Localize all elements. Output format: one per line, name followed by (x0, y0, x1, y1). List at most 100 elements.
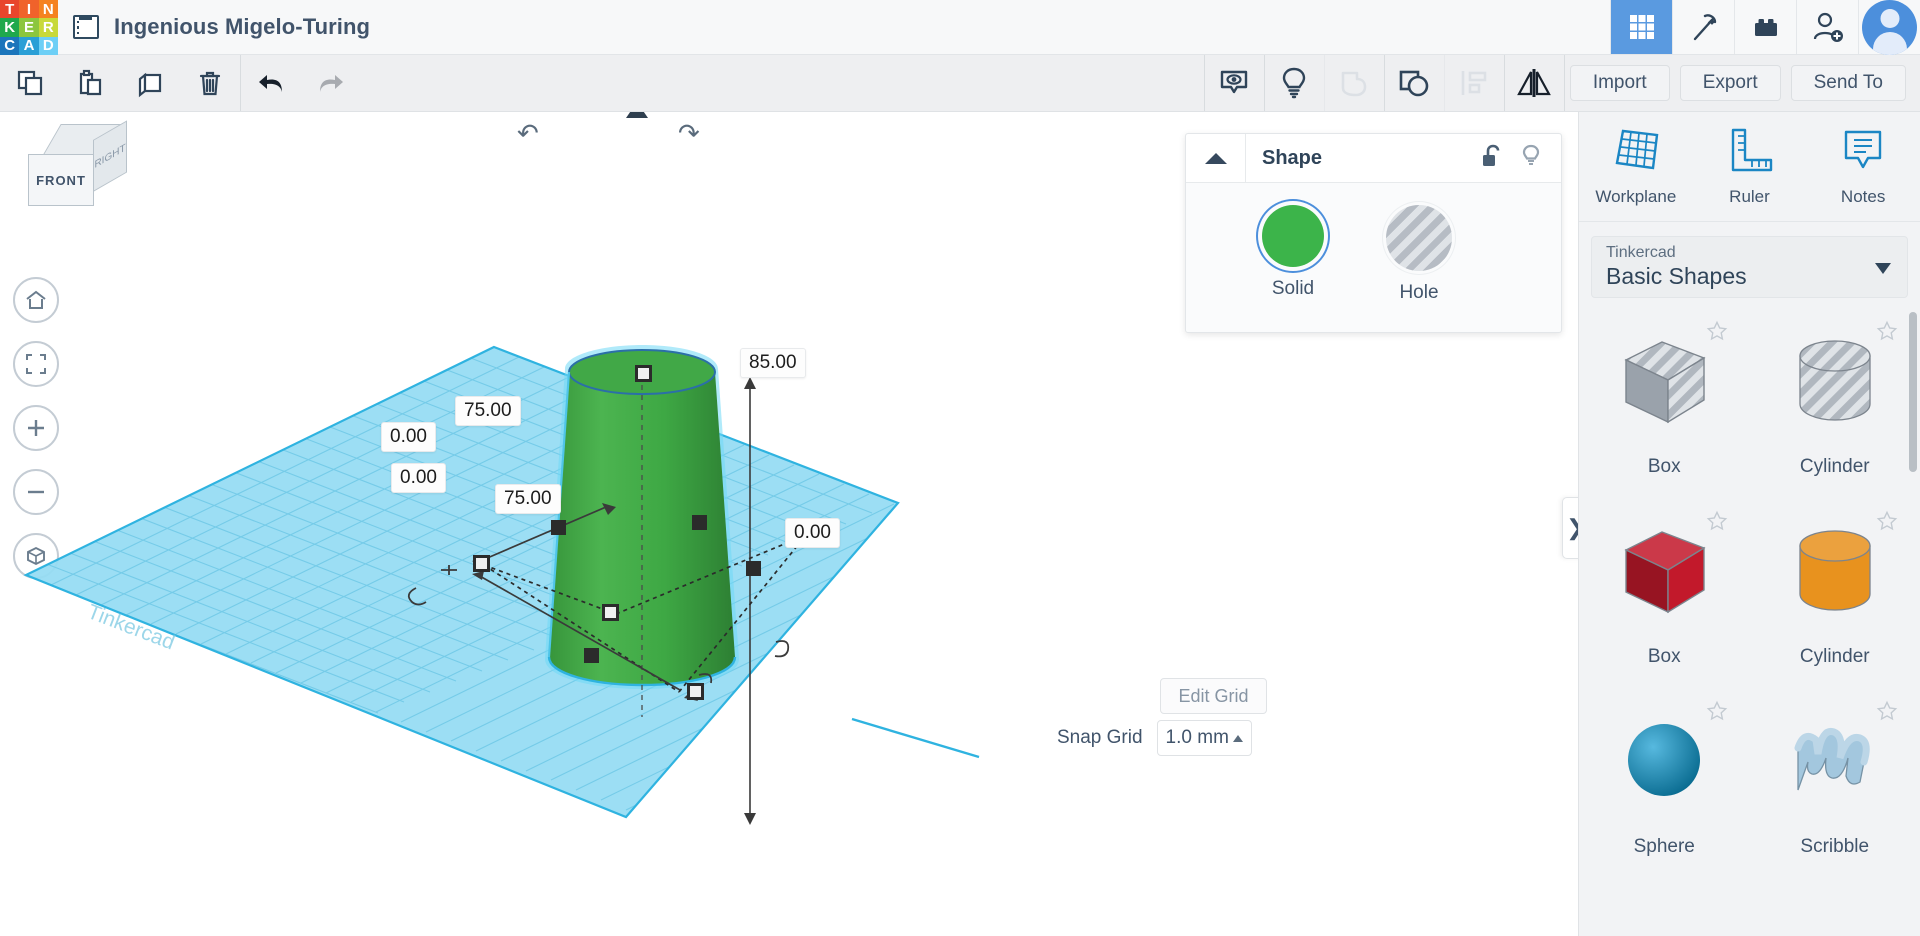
shape-panel-title: Shape (1262, 146, 1323, 169)
edit-grid-button[interactable]: Edit Grid (1160, 678, 1267, 714)
tinkercad-logo[interactable]: TINKERCAD (0, 0, 58, 55)
favorite-star-icon[interactable] (1876, 510, 1898, 532)
snap-grid-select[interactable]: 1.0 mm (1156, 720, 1252, 756)
redo-button[interactable] (301, 55, 361, 111)
solid-option[interactable]: Solid (1258, 205, 1328, 304)
send-to-button[interactable]: Send To (1790, 65, 1906, 101)
snap-grid-label: Snap Grid (1057, 727, 1143, 748)
brick-icon[interactable] (1734, 0, 1796, 54)
avatar-image (1862, 0, 1917, 55)
hint-button[interactable] (1263, 55, 1324, 111)
shape-scribble[interactable]: Scribble (1750, 686, 1920, 876)
avatar[interactable] (1858, 0, 1920, 55)
list-icon (73, 15, 99, 39)
logo-tile-d: D (38, 36, 58, 55)
duplicate-button[interactable] (120, 55, 180, 111)
dashboard-grid-icon[interactable] (1610, 0, 1672, 54)
width-dimension[interactable]: 75.00 (495, 484, 561, 514)
chevron-down-icon (1875, 263, 1891, 274)
x-position[interactable]: 0.00 (381, 422, 436, 452)
notes-tool[interactable]: Notes (1815, 126, 1911, 207)
shape-label: Sphere (1633, 836, 1695, 857)
orbit-up-arrow-icon[interactable] (626, 112, 648, 118)
mirror-button[interactable] (1503, 55, 1564, 111)
shape-thumbnail (1612, 328, 1717, 433)
favorite-star-icon[interactable] (1706, 510, 1728, 532)
shape-label: Box (1647, 456, 1681, 477)
favorite-star-icon[interactable] (1876, 320, 1898, 342)
resize-handle-back-left[interactable] (551, 520, 566, 535)
resize-handle-back-right[interactable] (692, 515, 707, 530)
favorite-star-icon[interactable] (1706, 320, 1728, 342)
page-title: Ingenious Migelo-Turing (114, 14, 371, 39)
resize-handle-front[interactable] (687, 683, 704, 700)
unlock-icon[interactable] (1481, 144, 1503, 173)
delete-button[interactable] (180, 55, 240, 111)
shape-inspector-panel: Shape Solid Hole (1185, 133, 1562, 333)
align-button[interactable] (1443, 55, 1504, 111)
top-bar: TINKERCAD Ingenious Migelo-Turing (0, 0, 1920, 55)
resize-handle-left[interactable] (473, 555, 490, 572)
pickaxe-icon[interactable] (1672, 0, 1734, 54)
shape-panel-body: Solid Hole (1186, 183, 1561, 304)
shape-label: Scribble (1800, 836, 1870, 857)
triangle-up-icon (1204, 152, 1227, 164)
shape-box-hole[interactable]: Box (1579, 306, 1750, 496)
hole-option[interactable]: Hole (1384, 205, 1454, 304)
height-dimension[interactable]: 85.00 (740, 348, 806, 378)
toolbar-divider-2 (1563, 55, 1565, 111)
shape-sphere-blue[interactable]: Sphere (1579, 686, 1750, 876)
right-sidebar: Workplane Ruler Notes Tinkercad Basic Sh… (1578, 112, 1920, 936)
favorite-star-icon[interactable] (1706, 700, 1728, 722)
lightbulb-icon[interactable] (1521, 144, 1541, 173)
shape-cylinder-orange[interactable]: Cylinder (1750, 496, 1920, 686)
build-plate-scene[interactable]: Tinkercad (16, 317, 1106, 832)
view-cube[interactable]: RIGHT FRONT (22, 120, 132, 214)
copy-button[interactable] (0, 55, 60, 111)
favorite-star-icon[interactable] (1876, 700, 1898, 722)
depth-dimension[interactable]: 75.00 (455, 396, 521, 426)
shape-gallery[interactable]: Box Cylinder Box Cylinder Sphere Scribble (1579, 306, 1920, 936)
sidebar-scrollbar-thumb[interactable] (1909, 312, 1917, 472)
ruler-tool[interactable]: Ruler (1701, 126, 1797, 207)
logo-tile-e: E (19, 18, 39, 37)
hole-label: Hole (1399, 282, 1439, 303)
add-person-icon[interactable] (1796, 0, 1858, 54)
view-cube-front-face[interactable]: FRONT (28, 154, 94, 206)
paste-button[interactable] (60, 55, 120, 111)
rotate-left-arrow-icon[interactable]: ↶ (517, 118, 539, 149)
undo-button[interactable] (241, 55, 301, 111)
topbar-icon-group (1610, 0, 1920, 55)
shape-box-red[interactable]: Box (1579, 496, 1750, 686)
logo-tile-n: N (38, 0, 58, 19)
panel-list-toggle[interactable] (58, 0, 114, 54)
resize-handle-top[interactable] (635, 365, 652, 382)
y-position[interactable]: 0.00 (391, 463, 446, 493)
shape-thumbnail (1612, 518, 1717, 623)
rotate-right-arrow-icon[interactable]: ↷ (678, 118, 700, 149)
shape-cylinder-hole[interactable]: Cylinder (1750, 306, 1920, 496)
shape-panel-actions (1481, 144, 1561, 173)
workplane-tool[interactable]: Workplane (1588, 126, 1684, 207)
shape-label: Cylinder (1799, 456, 1870, 477)
sidebar-scrollbar[interactable] (1909, 312, 1917, 932)
shape-library-select[interactable]: Tinkercad Basic Shapes (1591, 236, 1908, 298)
show-hide-button[interactable] (1203, 55, 1264, 111)
solid-swatch (1262, 205, 1324, 267)
logo-tile-a: A (19, 36, 39, 55)
logo-tile-c: C (0, 36, 20, 55)
export-button[interactable]: Export (1679, 65, 1781, 101)
z-position[interactable]: 0.00 (785, 518, 840, 548)
resize-handle-front-right[interactable] (746, 561, 761, 576)
collapse-panel-button[interactable] (1186, 134, 1246, 182)
logo-tile-t: T (0, 0, 20, 19)
group-button[interactable] (1323, 55, 1384, 111)
hole-swatch (1386, 205, 1452, 271)
ungroup-button[interactable] (1383, 55, 1444, 111)
shape-label: Box (1647, 646, 1681, 667)
resize-handle-center[interactable] (602, 604, 619, 621)
import-button[interactable]: Import (1569, 65, 1670, 101)
logo-tile-r: R (38, 18, 58, 37)
solid-label: Solid (1271, 278, 1315, 299)
resize-handle-front-left[interactable] (584, 648, 599, 663)
